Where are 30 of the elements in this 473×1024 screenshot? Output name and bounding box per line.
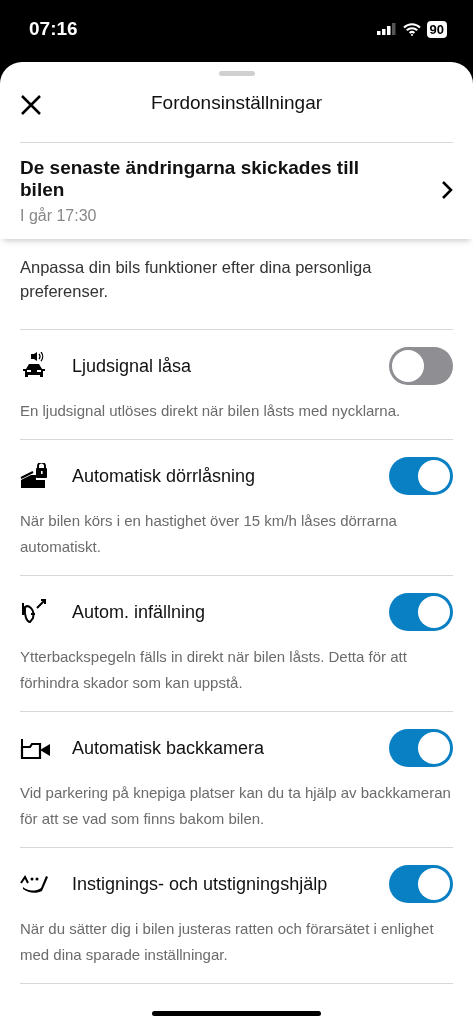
seat-adjust-icon [20, 873, 50, 895]
banner-time: I går 17:30 [20, 207, 98, 225]
clock: 07:16 [29, 18, 79, 41]
toggle-switch[interactable] [389, 347, 453, 385]
setting-label: Instignings- och utstigningshjälp [72, 873, 329, 895]
intro-text: Anpassa din bils funktioner efter dina personliga preferenser. [20, 239, 453, 330]
toggle-switch[interactable] [389, 729, 453, 767]
setting-description: När bilen körs i en hastighet över 15 km/h låses dörrarna automatiskt. [20, 511, 398, 557]
close-button[interactable] [20, 94, 42, 116]
setting-description: Ytterbackspegeln fälls in direkt när bilen låsts. Detta för att förhindra skador som kan uppstå. [20, 647, 408, 693]
setting-description: Vid parkering på knepiga platser kan du ta hjälp av backkameran för att se vad som finns bakom bilen. [20, 783, 452, 829]
setting-label: Automatisk dörrlåsning [72, 465, 257, 487]
toggle-switch[interactable] [389, 865, 453, 903]
sync-banner[interactable]: De senaste ändringarna skickades till bilen I går 17:30 [0, 143, 473, 239]
sheet-title: Fordonsinställningar [150, 92, 323, 113]
rear-camera-icon [20, 737, 52, 759]
setting-description: En ljudsignal utlöses direkt när bilen låsts med nycklarna. [20, 401, 402, 421]
setting-label: Ljudsignal låsa [72, 355, 193, 377]
toggle-switch[interactable] [389, 457, 453, 495]
banner-title: De senaste ändringarna skickades till bilen [20, 157, 360, 201]
battery-level: 90 [426, 20, 447, 38]
car-sound-icon [20, 352, 48, 380]
toggle-switch[interactable] [389, 593, 453, 631]
folding-mirror-icon [20, 598, 48, 626]
wifi-icon [402, 22, 421, 36]
car-lock-icon [20, 463, 50, 489]
signal-icon [376, 23, 397, 35]
setting-label: Autom. infällning [72, 601, 207, 623]
setting-description: När du sätter dig i bilen justeras ratten och förarsätet i enlighet med dina sparade inställningar. [20, 919, 435, 965]
setting-label: Automatisk backkamera [72, 737, 266, 759]
